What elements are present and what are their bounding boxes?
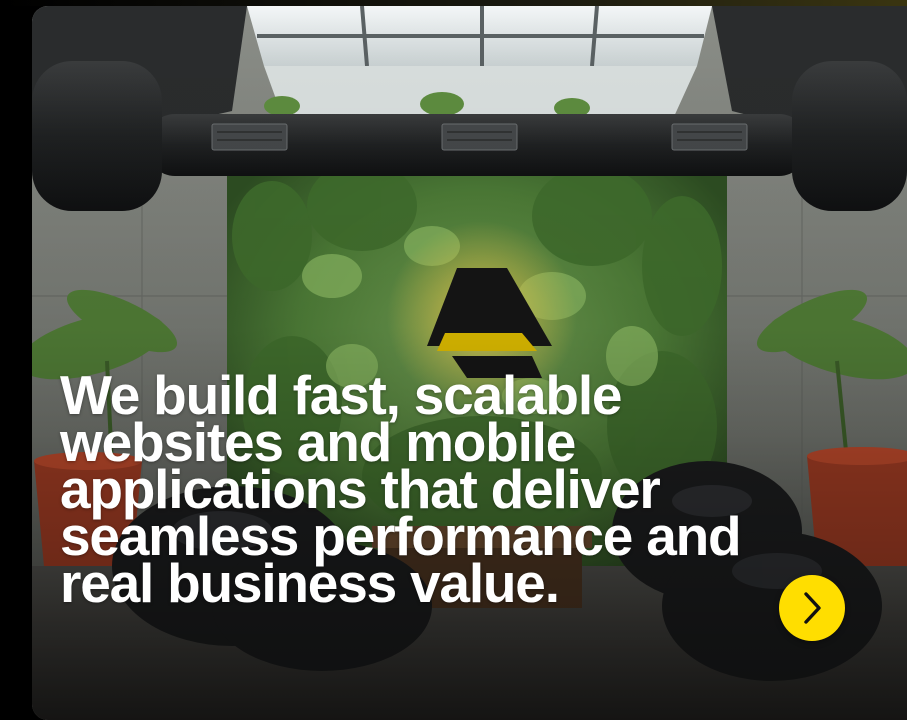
next-button[interactable]	[779, 575, 845, 641]
hero-card: We build fast, scalable websites and mob…	[32, 6, 907, 720]
page: We build fast, scalable websites and mob…	[0, 0, 907, 720]
chevron-right-icon	[804, 592, 821, 624]
hero-headline: We build fast, scalable websites and mob…	[60, 364, 742, 614]
